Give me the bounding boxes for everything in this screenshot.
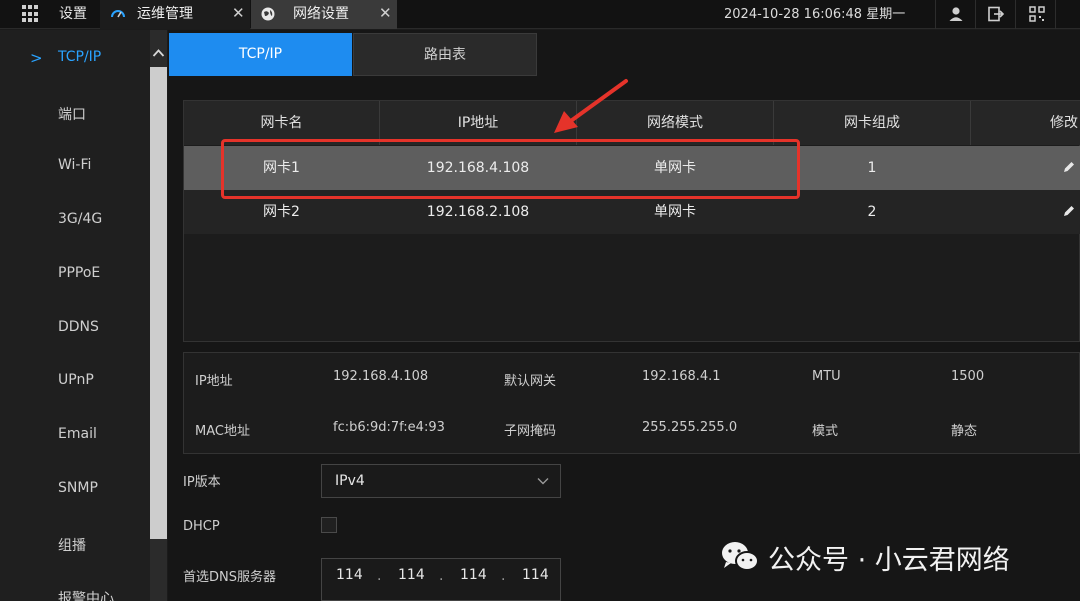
sidebar-item-snmp[interactable]: SNMP — [58, 480, 98, 496]
system-datetime: 2024-10-28 16:06:48 星期一 — [724, 7, 906, 22]
scrollbar-thumb[interactable] — [150, 67, 167, 539]
qr-code-icon[interactable] — [1028, 5, 1046, 23]
column-header-edit: 修改 — [1050, 115, 1078, 131]
globe-icon — [261, 7, 275, 21]
subnet-mask-value: 255.255.255.0 — [642, 420, 738, 435]
chevron-up-icon[interactable] — [150, 44, 167, 62]
dhcp-checkbox[interactable] — [321, 517, 337, 533]
ip-address-value: 192.168.4.108 — [333, 369, 429, 384]
top-bar: 设置 运维管理 ✕ 网络设置 ✕ 2024-10-28 16:06:48 星期一 — [0, 0, 1080, 29]
gateway-value: 192.168.4.1 — [642, 369, 721, 384]
tab-network-settings[interactable]: 网络设置 ✕ — [251, 0, 397, 29]
ip-version-value: IPv4 — [335, 473, 365, 489]
dns-octet-4[interactable]: 114 — [522, 567, 549, 583]
dns-dot-separator: . — [439, 568, 444, 584]
divider — [975, 0, 976, 29]
gauge-icon — [111, 10, 125, 18]
preferred-dns-label: 首选DNS服务器 — [183, 570, 276, 585]
dns-octet-2[interactable]: 114 — [398, 567, 425, 583]
sidebar-item-multicast[interactable]: 组播 — [58, 535, 86, 555]
nic-info-panel — [183, 352, 1080, 454]
chevron-down-icon — [537, 478, 549, 485]
dns-dot-separator: . — [377, 568, 382, 584]
user-icon[interactable] — [947, 5, 965, 23]
wechat-icon — [722, 542, 759, 571]
mtu-label: MTU — [812, 369, 841, 384]
settings-tab[interactable]: 设置 — [59, 0, 87, 29]
sidebar-item-port[interactable]: 端口 — [58, 104, 86, 124]
dns-dot-separator: . — [501, 568, 506, 584]
divider — [970, 101, 971, 145]
sidebar-item-wifi[interactable]: Wi-Fi — [58, 157, 91, 173]
column-header-group: 网卡组成 — [844, 115, 900, 131]
chevron-right-icon: > — [30, 49, 43, 67]
divider — [1055, 0, 1056, 29]
mode-label: 模式 — [812, 424, 839, 439]
preferred-dns-input[interactable]: 114 . 114 . 114 . 114 — [321, 558, 561, 601]
ip-version-select[interactable]: IPv4 — [321, 464, 561, 498]
subnet-mask-label: 子网掩码 — [504, 424, 557, 439]
dhcp-label: DHCP — [183, 519, 220, 534]
sidebar-item-tcpip[interactable]: TCP/IP — [58, 49, 101, 65]
cell-group: 1 — [867, 160, 877, 176]
dns-octet-1[interactable]: 114 — [336, 567, 363, 583]
pencil-icon[interactable] — [1062, 160, 1076, 174]
pencil-icon[interactable] — [1062, 204, 1076, 218]
close-icon[interactable]: ✕ — [379, 0, 392, 27]
tab-ops-management[interactable]: 运维管理 ✕ — [100, 0, 250, 29]
mode-value: 静态 — [951, 424, 978, 439]
annotation-arrow-icon — [554, 79, 628, 133]
ip-version-label: IP版本 — [183, 475, 221, 490]
apps-grid-icon[interactable] — [22, 5, 40, 23]
sidebar-item-alarm-center[interactable]: 报警中心 — [58, 588, 114, 601]
sidebar-item-pppoe[interactable]: PPPoE — [58, 265, 100, 281]
watermark-text: 公众号 · 小云君网络 — [768, 545, 1010, 576]
divider — [935, 0, 936, 29]
tab-tcpip[interactable]: TCP/IP — [169, 33, 352, 76]
tab-route-table[interactable]: 路由表 — [353, 33, 537, 76]
dns-octet-3[interactable]: 114 — [460, 567, 487, 583]
gateway-label: 默认网关 — [504, 374, 557, 389]
cell-group: 2 — [867, 204, 877, 220]
annotation-highlight-box — [221, 139, 800, 199]
close-icon[interactable]: ✕ — [232, 0, 245, 27]
divider — [1015, 0, 1016, 29]
mtu-value: 1500 — [951, 369, 985, 384]
mac-label: MAC地址 — [195, 424, 250, 439]
sidebar-item-upnp[interactable]: UPnP — [58, 372, 94, 388]
ip-address-label: IP地址 — [195, 374, 233, 389]
sidebar-item-ddns[interactable]: DDNS — [58, 319, 99, 335]
tab-network-label: 网络设置 — [293, 6, 349, 22]
tab-ops-label: 运维管理 — [137, 6, 193, 22]
sidebar-item-email[interactable]: Email — [58, 426, 97, 442]
logout-icon[interactable] — [987, 5, 1005, 23]
mac-value: fc:b6:9d:7f:e4:93 — [333, 420, 445, 435]
sidebar-item-3g4g[interactable]: 3G/4G — [58, 211, 102, 227]
